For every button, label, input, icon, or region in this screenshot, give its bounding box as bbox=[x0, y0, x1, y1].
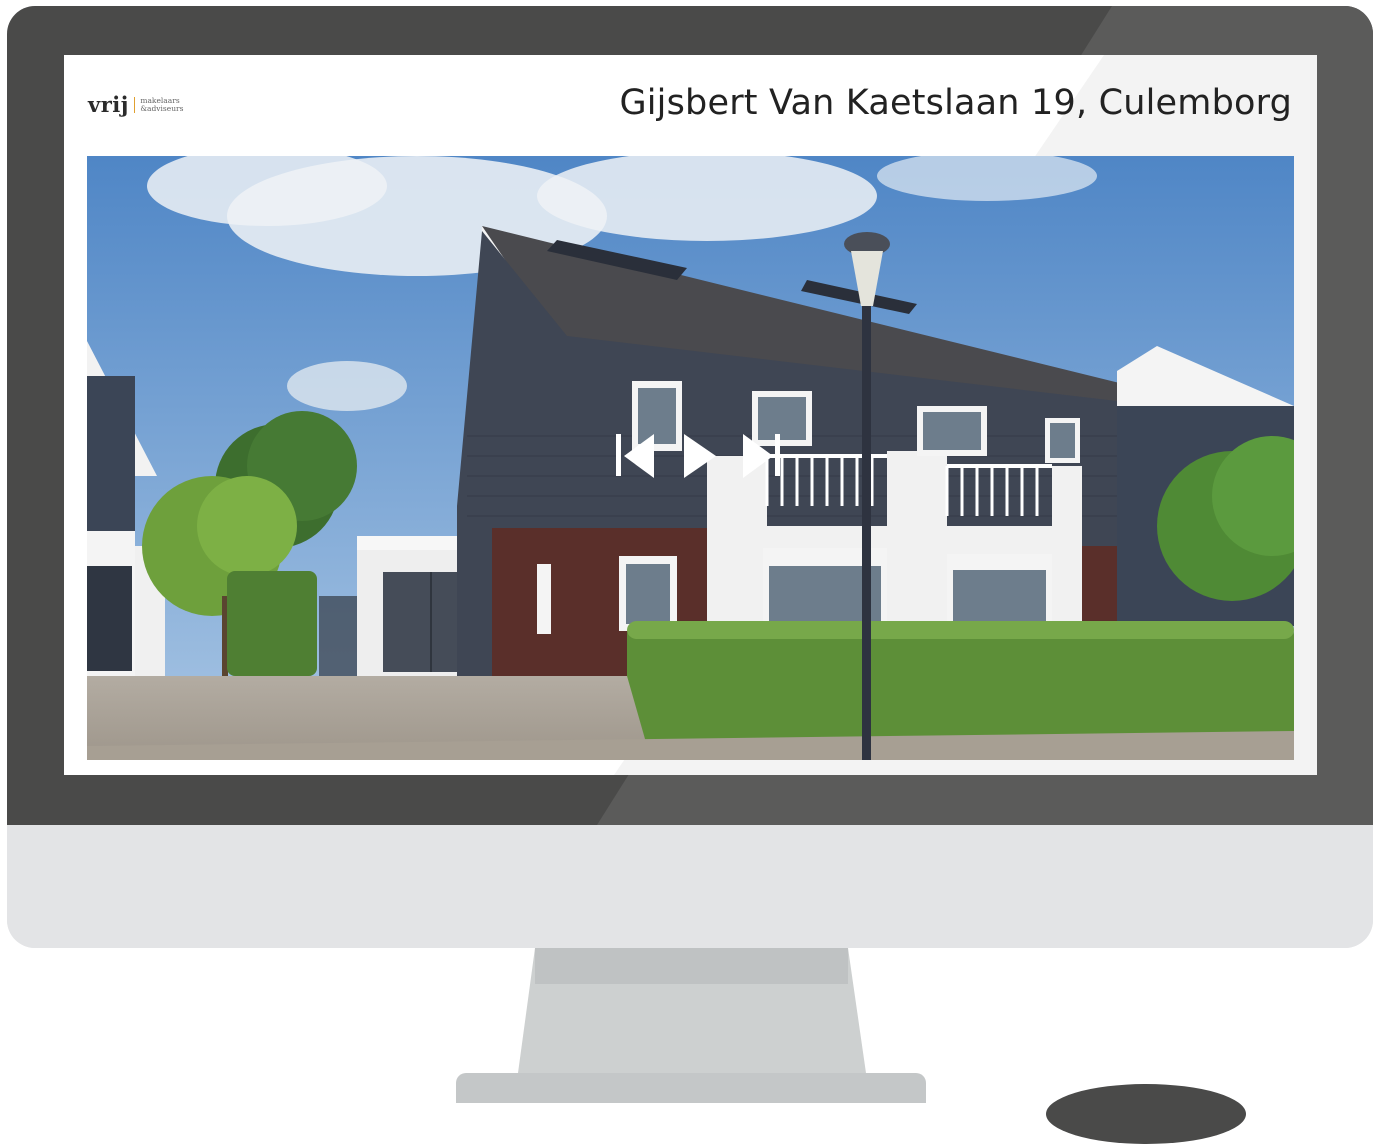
logo-wordmark: vrij bbox=[88, 92, 129, 117]
monitor-stand-base bbox=[456, 1073, 926, 1103]
monitor-screen: vrij makelaars &adviseurs Gijsbert Van K… bbox=[64, 55, 1317, 775]
skip-forward-icon bbox=[741, 432, 783, 480]
logo-tagline: makelaars &adviseurs bbox=[140, 97, 183, 112]
logo-divider bbox=[133, 96, 136, 113]
skip-back-icon bbox=[614, 432, 656, 480]
slideshow-controls bbox=[614, 432, 784, 480]
play-icon bbox=[682, 432, 718, 480]
monitor-bezel: vrij makelaars &adviseurs Gijsbert Van K… bbox=[7, 6, 1373, 825]
logo-tagline-line2: &adviseurs bbox=[140, 103, 184, 113]
monitor-chin bbox=[7, 825, 1373, 948]
property-address-title: Gijsbert Van Kaetslaan 19, Culemborg bbox=[619, 83, 1292, 123]
monitor-stand-shadow bbox=[535, 948, 848, 984]
brand-logo[interactable]: vrij makelaars &adviseurs bbox=[88, 92, 183, 117]
skip-forward-button[interactable] bbox=[741, 432, 783, 480]
skip-back-button[interactable] bbox=[614, 432, 656, 480]
play-button[interactable] bbox=[682, 432, 718, 480]
mouse-device bbox=[1046, 1084, 1246, 1144]
